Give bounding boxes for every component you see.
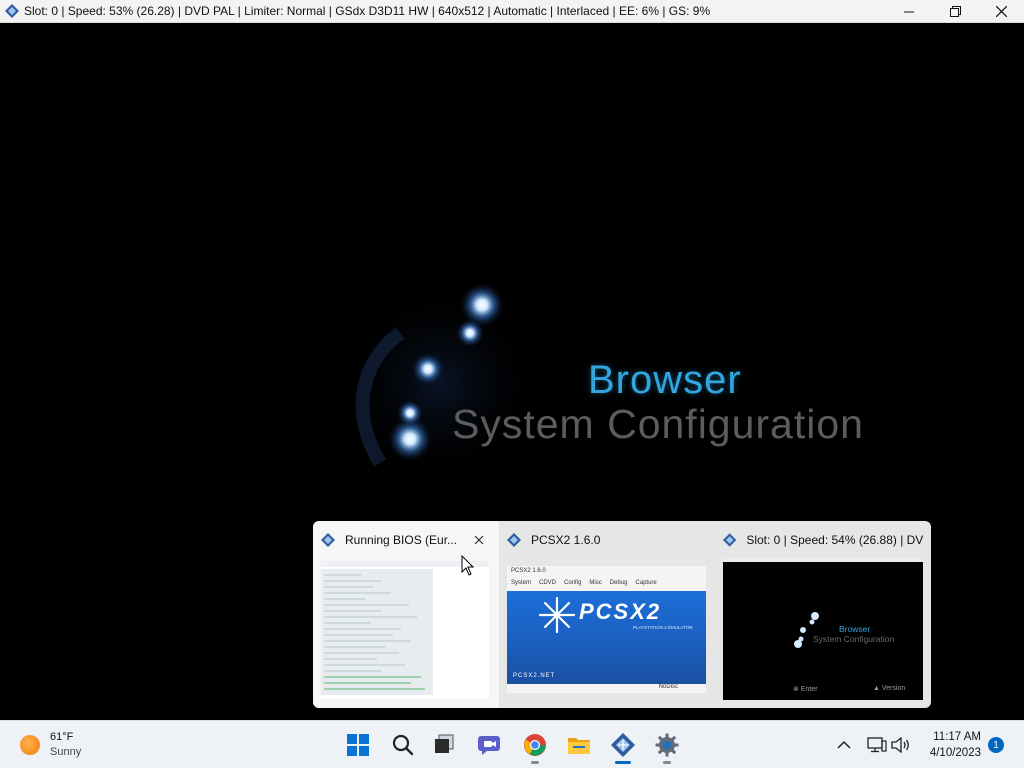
notification-badge[interactable]: 1	[988, 737, 1004, 753]
preview-version-hint: ▲ Version	[873, 685, 906, 692]
settings-icon	[655, 733, 679, 757]
pcsx2-url: PCSX2.NET	[513, 673, 556, 679]
pcsx2-icon	[723, 533, 737, 547]
weather-temperature: 61°F	[50, 731, 74, 743]
thumbnail-card-running-bios[interactable]: Running BIOS (Eur...	[313, 521, 499, 708]
search-button[interactable]	[387, 729, 419, 761]
weather-condition: Sunny	[50, 746, 82, 758]
thumbnail-title: PCSX2 1.6.0	[531, 533, 601, 547]
pcsx2-taskbar-button[interactable]	[607, 729, 639, 764]
minimize-icon	[904, 11, 914, 12]
ps2-browser-logo-icon	[794, 612, 819, 648]
preview-menu-capture: Capture	[635, 580, 657, 586]
pcsx2-icon	[321, 533, 335, 547]
minimize-button[interactable]	[886, 0, 932, 23]
clock-date: 4/10/2023	[929, 747, 981, 759]
file-explorer-icon	[568, 738, 590, 754]
preview-menu-cdvd: CDVD	[539, 580, 557, 586]
preview-menu-debug: Debug	[609, 580, 628, 586]
thumbnail-card-pcsx2[interactable]: PCSX2 1.6.0 PCSX2 1.6.0 System CDVD Conf…	[499, 521, 715, 708]
preview-title: PCSX2 1.6.0	[511, 568, 546, 574]
preview-browser-text: Browser	[839, 624, 871, 634]
clock-time: 11:17 AM	[933, 731, 981, 743]
preview-enter-hint: ⊗ Enter	[793, 686, 818, 693]
teams-chat-icon	[478, 736, 500, 755]
close-button[interactable]	[978, 0, 1024, 23]
chevron-up-icon	[837, 740, 851, 749]
preview-menu-misc: Misc	[589, 580, 602, 586]
weather-widget[interactable]: 61°F Sunny	[20, 730, 81, 760]
preview-menu-config: Config	[564, 580, 582, 586]
pcsx2-splash: PCSX2 PLAYSTATION 2 EMULATOR PCSX2.NET	[507, 591, 706, 684]
show-hidden-icons-button[interactable]	[829, 729, 859, 761]
clock[interactable]: 11:17 AM 4/10/2023	[930, 729, 981, 761]
system-configuration-heading: System Configuration	[452, 401, 864, 447]
game-window-preview: Browser System Configuration ⊗ Enter ▲ V…	[723, 558, 923, 700]
start-button[interactable]	[342, 729, 374, 761]
pcsx2-icon	[507, 533, 521, 547]
mouse-cursor-icon	[461, 555, 475, 576]
sunny-weather-icon	[20, 735, 40, 755]
close-icon	[995, 6, 1007, 17]
window-titlebar[interactable]: Slot: 0 | Speed: 53% (26.28) | DVD PAL |…	[0, 0, 1024, 23]
running-indicator	[531, 761, 539, 764]
window-title: Slot: 0 | Speed: 53% (26.28) | DVD PAL |…	[24, 4, 711, 18]
volume-button[interactable]	[886, 729, 916, 761]
task-view-icon	[435, 734, 454, 753]
thumbnail-title: Running BIOS (Eur...	[345, 533, 458, 547]
start-icon	[347, 734, 369, 756]
settings-button[interactable]	[651, 729, 683, 764]
taskbar-thumbnail-popup: Running BIOS (Eur... PCSX2 1.6.0 PCSX2 1…	[313, 521, 931, 708]
maximize-button[interactable]	[932, 0, 978, 23]
task-view-button[interactable]	[428, 729, 460, 761]
preview-menu-system: System	[511, 580, 532, 586]
preview-sysconf-text: System Configuration	[813, 634, 895, 644]
active-indicator	[615, 761, 631, 764]
pcsx2-subtitle: PLAYSTATION 2 EMULATOR	[633, 625, 693, 630]
thumbnail-card-game-window[interactable]: Slot: 0 | Speed: 54% (26.88) | DV... Bro…	[715, 521, 931, 708]
preview-status: NoDisc	[658, 684, 678, 690]
pcsx2-star-icon	[538, 596, 576, 634]
file-explorer-button[interactable]	[563, 729, 595, 761]
network-icon	[867, 737, 887, 753]
pcsx2-icon	[611, 733, 635, 757]
chrome-button[interactable]	[519, 729, 551, 764]
thumbnail-close-icon[interactable]	[472, 533, 486, 547]
maximize-icon	[949, 6, 961, 17]
search-icon	[392, 734, 414, 756]
thumbnail-title: Slot: 0 | Speed: 54% (26.88) | DV...	[746, 533, 923, 547]
preview-menu: System CDVD Config Misc Debug Capture	[507, 580, 706, 590]
console-log-preview	[321, 561, 489, 699]
running-indicator	[663, 761, 671, 764]
browser-heading: Browser	[588, 358, 742, 402]
taskbar: 61°F Sunny 11:17 AM 4/10/2023 1	[0, 720, 1024, 768]
chat-button[interactable]	[474, 729, 506, 761]
pcsx2-logo-text: PCSX2	[579, 599, 662, 624]
pcsx2-icon	[5, 4, 19, 18]
ps2-browser-logo-icon	[340, 283, 540, 483]
chrome-icon	[524, 734, 546, 756]
volume-icon	[891, 737, 909, 753]
pcsx2-window-preview: PCSX2 1.6.0 System CDVD Config Misc Debu…	[507, 566, 706, 693]
